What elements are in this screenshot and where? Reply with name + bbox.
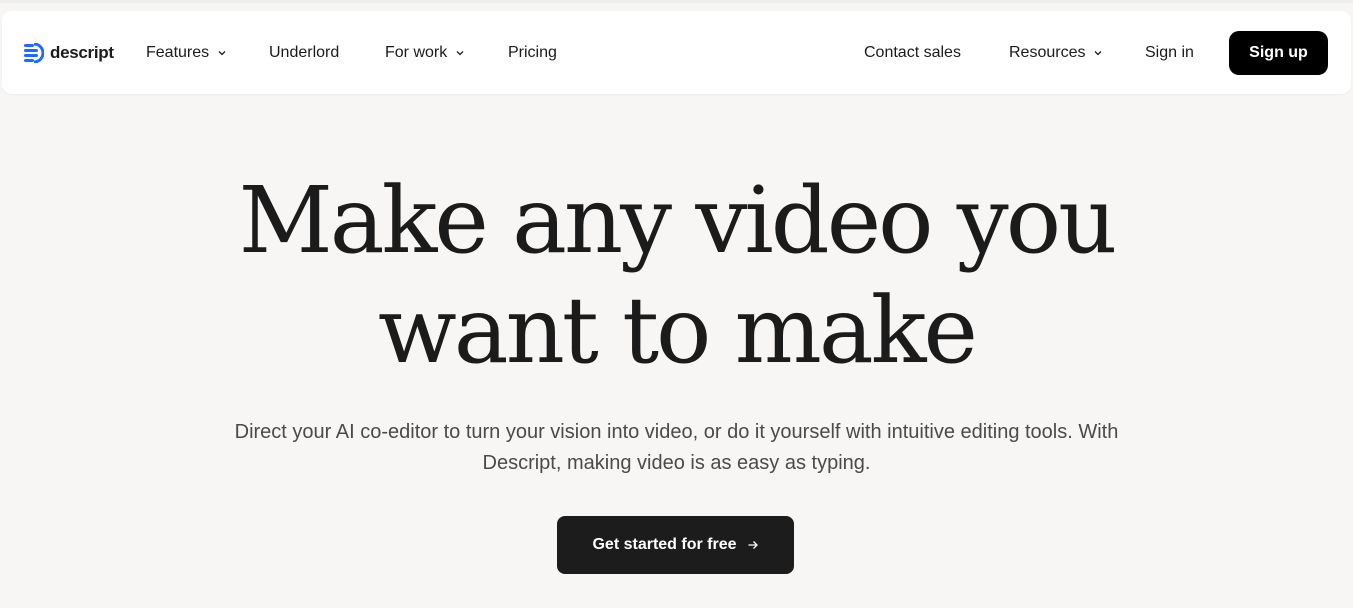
nav-contact-sales[interactable]: Contact sales [864, 42, 961, 64]
nav-contact-sales-label: Contact sales [864, 44, 961, 61]
chevron-down-icon [1095, 51, 1102, 56]
nav-for-work[interactable]: For work [385, 42, 465, 64]
nav-features-label: Features [146, 44, 210, 61]
nav-sign-in[interactable]: Sign in [1145, 42, 1194, 64]
nav-for-work-label: For work [385, 44, 448, 61]
top-border [0, 0, 1353, 3]
nav-underlord-label: Underlord [269, 44, 340, 61]
nav-pricing-label: Pricing [508, 44, 557, 61]
nav-underlord[interactable]: Underlord [269, 42, 339, 64]
chevron-down-icon [218, 51, 226, 56]
hero-title-line-1: Make any video you [238, 167, 1118, 274]
descript-logo-icon [24, 42, 45, 64]
get-started-label: Get started for free [592, 536, 737, 553]
nav-features[interactable]: Features [146, 42, 227, 64]
sign-up-button[interactable]: Sign up [1229, 31, 1328, 75]
get-started-button[interactable]: Get started for free [557, 516, 794, 574]
hero-title: Make any video you want to make [0, 166, 1353, 386]
top-navigation-bar: descript Features Underlord For work Pri… [2, 11, 1351, 94]
arrow-right-icon [748, 541, 758, 549]
nav-sign-in-label: Sign in [1145, 44, 1194, 61]
hero-subtitle: Direct your AI co-editor to turn your vi… [234, 421, 1119, 474]
nav-resources[interactable]: Resources [1009, 42, 1103, 64]
chevron-down-icon [456, 51, 464, 56]
brand-logo[interactable]: descript [24, 42, 114, 64]
nav-pricing[interactable]: Pricing [508, 42, 557, 64]
nav-resources-label: Resources [1009, 44, 1086, 61]
hero-title-line-2: want to make [378, 277, 978, 384]
brand-name: descript [50, 43, 114, 62]
